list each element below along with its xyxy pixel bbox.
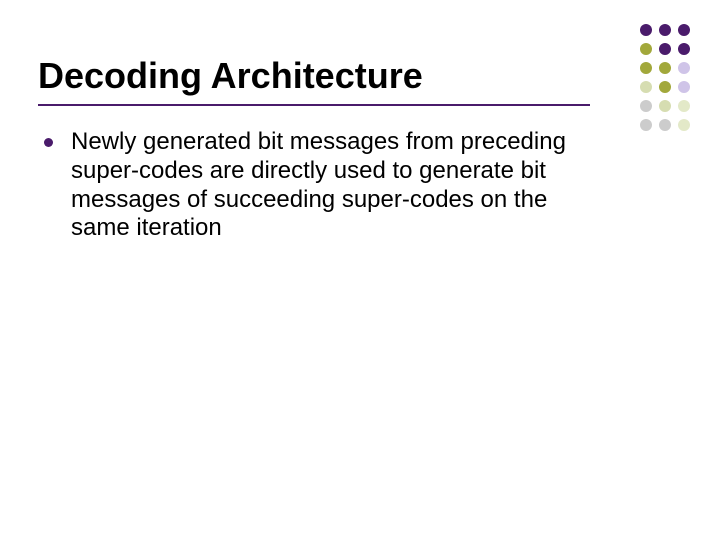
body-area: Newly generated bit messages from preced…	[44, 128, 604, 243]
dot-icon	[678, 119, 690, 131]
dot-icon	[678, 100, 690, 112]
dot-icon	[640, 100, 652, 112]
bullet-icon	[44, 138, 53, 147]
dot-icon	[640, 24, 652, 36]
dot-icon	[659, 100, 671, 112]
dot-icon	[678, 62, 690, 74]
dot-icon	[640, 119, 652, 131]
dot-icon	[640, 81, 652, 93]
dot-icon	[659, 81, 671, 93]
dot-icon	[640, 43, 652, 55]
dot-icon	[678, 81, 690, 93]
dot-icon	[659, 24, 671, 36]
decorative-dot-grid	[640, 24, 692, 133]
slide: Decoding Architecture Newly generated bi…	[0, 0, 720, 540]
title-underline	[38, 104, 590, 106]
bullet-item: Newly generated bit messages from preced…	[44, 128, 604, 243]
slide-title: Decoding Architecture	[38, 55, 598, 97]
bullet-text: Newly generated bit messages from preced…	[71, 128, 604, 243]
dot-icon	[640, 62, 652, 74]
dot-icon	[659, 119, 671, 131]
dot-icon	[678, 43, 690, 55]
dot-icon	[659, 43, 671, 55]
dot-icon	[659, 62, 671, 74]
dot-icon	[678, 24, 690, 36]
title-area: Decoding Architecture	[38, 55, 598, 97]
